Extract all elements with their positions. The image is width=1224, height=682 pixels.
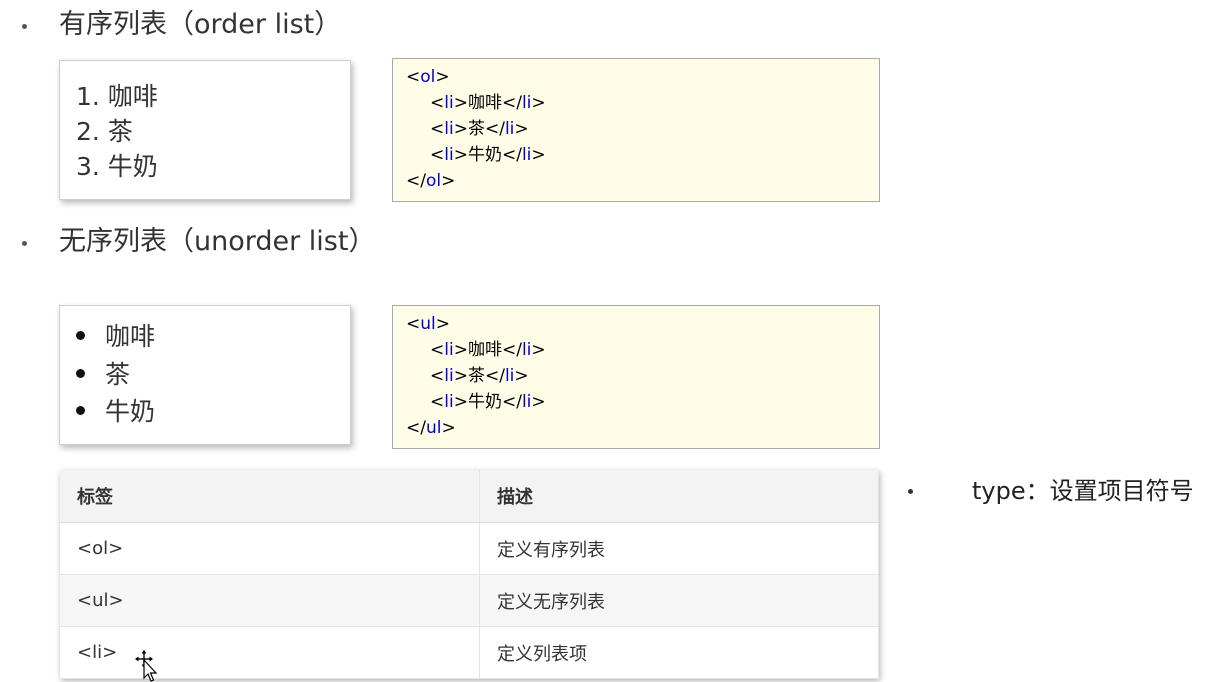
unordered-list-item: 牛奶 xyxy=(76,399,155,424)
code-line-item: <li>咖啡</li> xyxy=(430,340,546,360)
code-item-text: 咖啡 xyxy=(467,93,502,113)
ordered-list-preview: 1. 咖啡 2. 茶 3. 牛奶 xyxy=(59,60,351,200)
unordered-list-item: 咖啡 xyxy=(76,324,155,349)
code-tag: li xyxy=(444,145,454,165)
code-line-item: <li>牛奶</li> xyxy=(430,392,546,412)
table-cell-description: 定义无序列表 xyxy=(479,574,879,627)
heading-bullet-unordered xyxy=(22,241,27,246)
table-cell-tag: <ol> xyxy=(60,522,480,575)
bullet-icon xyxy=(76,368,85,378)
ordered-list-item: 1. 咖啡 xyxy=(76,82,158,111)
table-header-tag: 标签 xyxy=(60,470,480,523)
code-item-text: 茶 xyxy=(467,366,485,386)
unordered-list-item-text: 牛奶 xyxy=(105,397,156,426)
code-tag: ol xyxy=(420,67,436,87)
table-row: <ul> 定义无序列表 xyxy=(60,574,879,627)
code-line-item: <li>牛奶</li> xyxy=(430,145,546,165)
move-cursor-icon xyxy=(135,650,158,682)
table-cell-description: 定义有序列表 xyxy=(479,522,879,575)
heading-unordered-list: 无序列表（unorder list） xyxy=(59,226,376,257)
table-row: <ol> 定义有序列表 xyxy=(60,522,879,575)
code-item-text: 茶 xyxy=(467,119,485,139)
code-tag: li xyxy=(521,93,532,113)
code-tag: li xyxy=(521,340,532,360)
code-tag: li xyxy=(444,340,454,360)
code-line-close: </ul> xyxy=(406,418,456,438)
code-line-item: <li>咖啡</li> xyxy=(430,93,546,113)
code-tag: li xyxy=(504,366,515,386)
code-line-open: <ul> xyxy=(406,314,450,334)
code-line-item: <li>茶</li> xyxy=(430,119,529,139)
reference-table: 标签 描述 <ol> 定义有序列表 <ul> 定义无序列表 <li> 定义列表项 xyxy=(60,470,879,679)
ordered-list-code: <ol> <li>咖啡</li> <li>茶</li> <li>牛奶</li> … xyxy=(392,58,880,202)
code-tag: li xyxy=(504,119,515,139)
code-item-text: 牛奶 xyxy=(467,392,502,412)
heading-bullet-ordered xyxy=(22,24,27,29)
unordered-list-code: <ul> <li>咖啡</li> <li>茶</li> <li>牛奶</li> … xyxy=(392,305,880,449)
bullet-icon xyxy=(76,330,85,340)
table-row: <li> 定义列表项 xyxy=(60,626,879,679)
code-tag: ol xyxy=(425,171,442,191)
table-cell-description: 定义列表项 xyxy=(479,626,879,679)
table-cell-tag: <ul> xyxy=(60,574,480,627)
code-tag: li xyxy=(444,366,454,386)
ordered-list-item: 3. 牛奶 xyxy=(76,152,158,181)
code-line-item: <li>茶</li> xyxy=(430,366,529,386)
unordered-list-item-text: 咖啡 xyxy=(105,322,156,351)
heading-ordered-list: 有序列表（order list） xyxy=(59,9,342,40)
code-tag: li xyxy=(521,145,532,165)
table-cell-tag: <li> xyxy=(60,626,480,679)
code-tag: li xyxy=(521,392,532,412)
side-note-type: type：设置项目符号 xyxy=(972,477,1194,505)
unordered-list-preview: 咖啡 茶 牛奶 xyxy=(59,305,351,445)
table-header-description: 描述 xyxy=(479,470,879,523)
unordered-list-item-text: 茶 xyxy=(105,360,131,389)
bullet-icon xyxy=(76,405,85,415)
side-note-bullet xyxy=(908,489,913,494)
ordered-list-item: 2. 茶 xyxy=(76,117,133,146)
code-item-text: 牛奶 xyxy=(467,145,502,165)
code-tag: ul xyxy=(425,418,442,438)
code-tag: li xyxy=(444,392,454,412)
code-tag: ul xyxy=(420,314,436,334)
unordered-list-item: 茶 xyxy=(76,362,130,387)
code-tag: li xyxy=(444,119,454,139)
code-line-open: <ol> xyxy=(406,67,450,87)
code-tag: li xyxy=(444,93,454,113)
code-line-close: </ol> xyxy=(406,171,456,191)
code-item-text: 咖啡 xyxy=(467,340,502,360)
table-header-row: 标签 描述 xyxy=(60,470,879,523)
